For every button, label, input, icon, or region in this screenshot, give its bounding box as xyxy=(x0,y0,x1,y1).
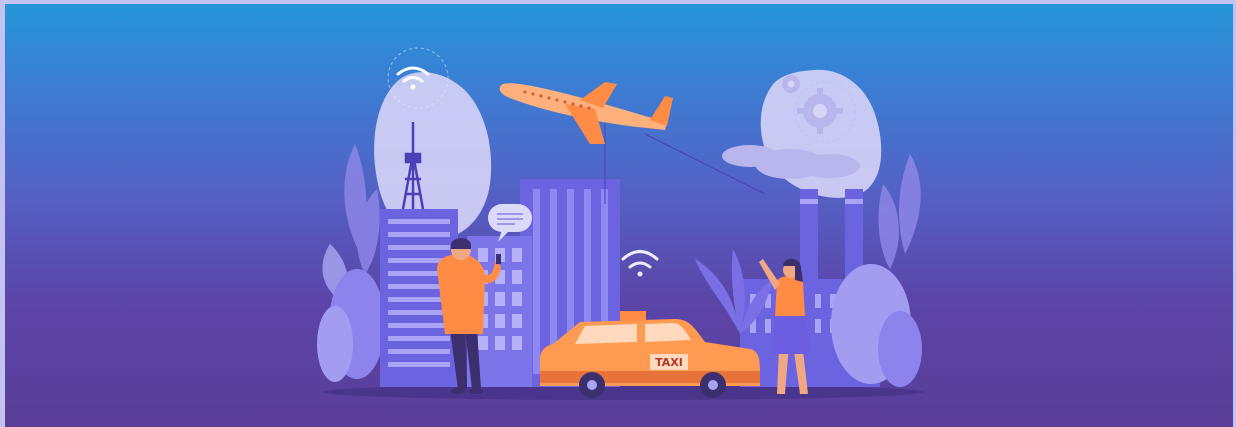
taxi-sign-text: TAXI xyxy=(655,356,683,369)
right-leaves xyxy=(878,154,921,269)
wifi-icon-center xyxy=(621,250,659,277)
smart-city-banner: TAXI xyxy=(5,4,1233,427)
right-bushes xyxy=(831,264,922,387)
smart-city-illustration: TAXI xyxy=(317,47,923,400)
